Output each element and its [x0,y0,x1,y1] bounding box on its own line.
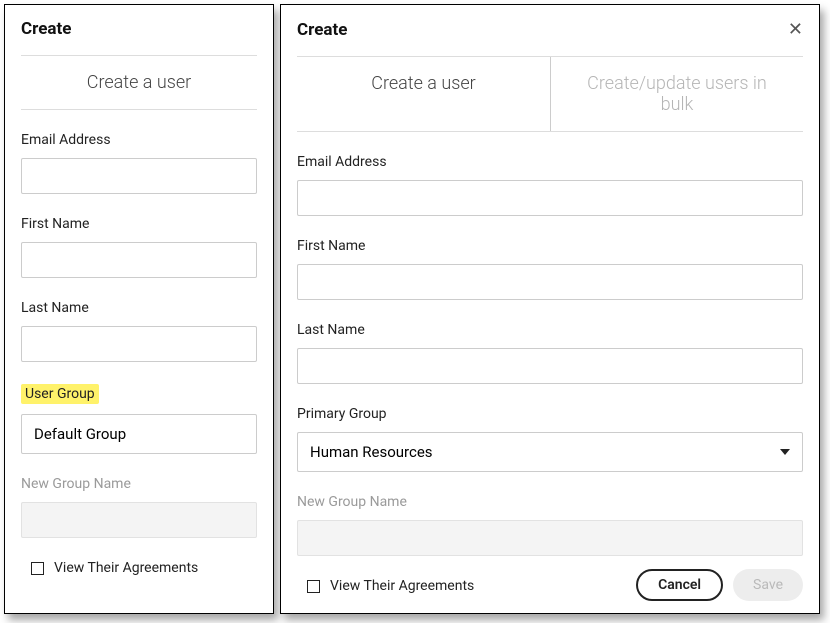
user-group-select[interactable]: Default Group [21,414,257,454]
panel-title-text: Create [297,20,347,40]
field-first-name: First Name [21,216,257,278]
tabs: Create a user [21,55,257,109]
close-icon[interactable]: ✕ [788,19,803,40]
email-input[interactable] [21,158,257,194]
panel-title: Create [5,5,273,49]
form-body: Email Address First Name Last Name User … [5,110,273,576]
field-new-group: New Group Name [21,476,257,538]
tab-create-user[interactable]: Create a user [297,57,550,131]
first-name-input[interactable] [297,264,803,300]
checkbox-icon[interactable] [31,562,44,575]
new-group-label: New Group Name [297,494,803,510]
save-button[interactable]: Save [733,569,803,601]
field-new-group: New Group Name [297,494,803,556]
cancel-button[interactable]: Cancel [636,569,723,601]
tab-create-user[interactable]: Create a user [67,56,211,109]
view-agreements-row[interactable]: View Their Agreements [31,560,257,576]
field-email: Email Address [21,132,257,194]
panel-title-text: Create [21,19,71,39]
user-group-label: User Group [21,384,257,404]
new-group-input [21,502,257,538]
new-group-input [297,520,803,556]
field-primary-group: Primary Group Human Resources [297,406,803,472]
first-name-input[interactable] [21,242,257,278]
first-name-label: First Name [297,238,803,254]
email-label: Email Address [21,132,257,148]
view-agreements-label: View Their Agreements [330,578,474,594]
field-last-name: Last Name [297,322,803,384]
panel-title: Create ✕ [281,5,819,50]
field-last-name: Last Name [21,300,257,362]
primary-group-value: Human Resources [310,443,433,461]
field-email: Email Address [297,154,803,216]
email-label: Email Address [297,154,803,170]
tabs: Create a user Create/update users in bul… [297,56,803,131]
email-input[interactable] [297,180,803,216]
last-name-label: Last Name [21,300,257,316]
dialog-footer: Cancel Save [636,569,803,601]
last-name-input[interactable] [297,348,803,384]
view-agreements-label: View Their Agreements [54,560,198,576]
primary-group-select[interactable]: Human Resources [297,432,803,472]
user-group-value: Default Group [34,425,126,443]
create-panel-right: Create ✕ Create a user Create/update use… [280,4,820,614]
new-group-label: New Group Name [21,476,257,492]
field-user-group: User Group Default Group [21,384,257,454]
first-name-label: First Name [21,216,257,232]
last-name-label: Last Name [297,322,803,338]
chevron-down-icon [780,449,790,455]
primary-group-label: Primary Group [297,406,803,422]
tab-bulk-users[interactable]: Create/update users in bulk [550,57,803,131]
create-panel-left: Create Create a user Email Address First… [4,4,274,614]
checkbox-icon[interactable] [307,580,320,593]
user-group-label-text: User Group [21,384,99,404]
field-first-name: First Name [297,238,803,300]
last-name-input[interactable] [21,326,257,362]
form-body: Email Address First Name Last Name Prima… [281,132,819,594]
